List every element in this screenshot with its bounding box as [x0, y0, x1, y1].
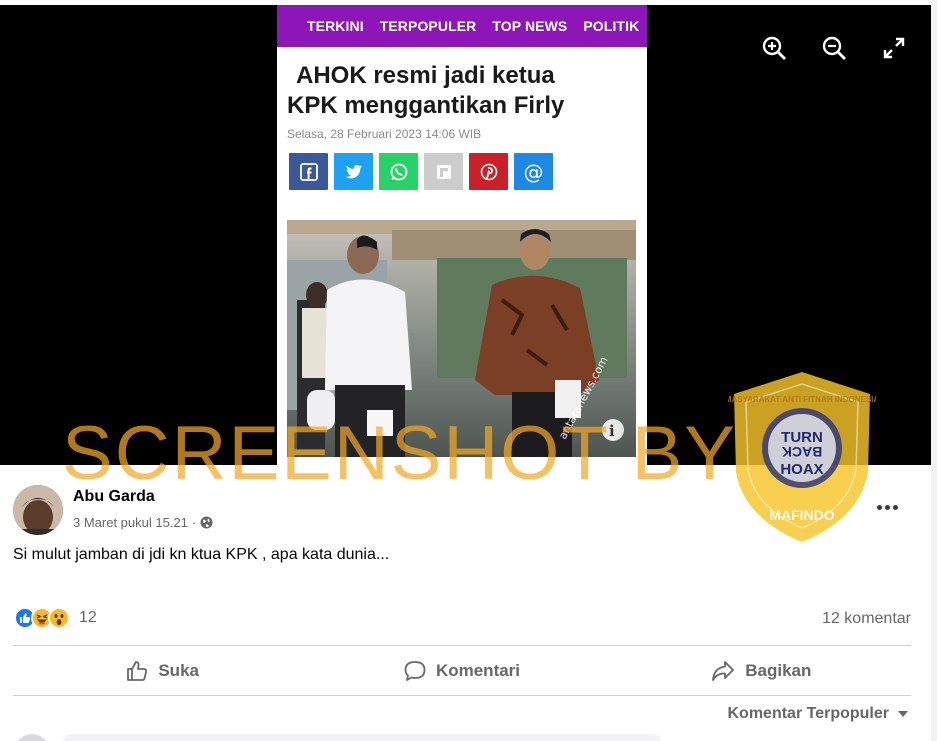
post-timestamp[interactable]: 3 Maret pukul 15.21 [73, 515, 188, 530]
share-button[interactable]: Bagikan [612, 647, 911, 695]
comment-sort-dropdown[interactable]: Komentar Terpopuler [728, 705, 910, 723]
article-photo: antaranews.com i [287, 220, 636, 457]
share-buttons: @ [277, 141, 647, 190]
wow-icon [48, 607, 70, 629]
more-dot [884, 504, 890, 510]
meta-separator: · [191, 515, 197, 530]
article-nav-bar: TERKINI TERPOPULER TOP NEWS POLITIK [277, 5, 647, 47]
share-label: Bagikan [745, 661, 812, 680]
more-dot [876, 504, 882, 510]
nav-item-terpopuler: TERPOPULER [379, 18, 477, 34]
article-title-line1: AHOK resmi jadi ketua [296, 62, 555, 89]
nav-item-politik: POLITIK [583, 18, 640, 34]
zoom-in-icon[interactable] [759, 33, 789, 63]
more-dot [892, 504, 898, 510]
reaction-count: 12 [79, 609, 97, 626]
svg-text:i: i [609, 422, 615, 440]
nav-item-top-news: TOP NEWS [492, 18, 568, 34]
post-actions: Suka Komentari Bagikan [13, 647, 911, 695]
whatsapp-icon [379, 153, 418, 190]
article-date: Selasa, 28 Februari 2023 14:06 WIB [287, 127, 482, 141]
reactions-summary[interactable]: 12 [14, 607, 97, 629]
commenter-avatar[interactable] [14, 734, 50, 741]
comment-count[interactable]: 12 komentar [822, 610, 911, 628]
divider [13, 695, 911, 696]
divider [13, 645, 911, 646]
post-meta: 3 Maret pukul 15.21 · [73, 515, 213, 530]
comment-label: Komentari [435, 661, 521, 680]
article-title-line2: KPK menggantikan Firly [287, 92, 565, 119]
pinterest-icon [469, 153, 508, 190]
globe-icon [200, 516, 213, 529]
share-icon [712, 661, 735, 681]
caret-down-icon [898, 711, 908, 717]
comment-icon [404, 661, 426, 681]
comment-bubble [62, 734, 662, 741]
facebook-post-page: TERKINI TERPOPULER TOP NEWS POLITIK AHOK… [0, 0, 937, 741]
viewer-controls [759, 33, 909, 63]
like-label: Suka [158, 661, 199, 680]
flipboard-icon [424, 153, 463, 190]
more-options-button[interactable] [873, 497, 901, 517]
photo-viewer[interactable]: TERKINI TERPOPULER TOP NEWS POLITIK AHOK… [0, 5, 931, 465]
avatar[interactable] [13, 485, 63, 535]
thumbs-up-icon [127, 661, 148, 681]
fullscreen-icon[interactable] [879, 33, 909, 63]
author-name[interactable]: Abu Garda [73, 488, 155, 506]
comment-sort-label: Komentar Terpopuler [727, 705, 890, 722]
comment-button[interactable]: Komentari [312, 647, 611, 695]
facebook-icon [289, 153, 328, 190]
article-screenshot: TERKINI TERPOPULER TOP NEWS POLITIK AHOK… [277, 5, 647, 465]
post-header: Abu Garda 3 Maret pukul 15.21 · [13, 485, 923, 535]
twitter-icon [334, 153, 373, 190]
like-button[interactable]: Suka [13, 647, 312, 695]
zoom-out-icon[interactable] [819, 33, 849, 63]
scrollbar[interactable] [931, 0, 937, 741]
post-text: Si mulut jamban di jdi kn ktua KPK , apa… [13, 546, 390, 563]
email-icon: @ [514, 153, 553, 190]
article-title: AHOK resmi jadi ketua KPK menggantikan F… [277, 47, 647, 121]
nav-item-terkini: TERKINI [307, 18, 364, 34]
